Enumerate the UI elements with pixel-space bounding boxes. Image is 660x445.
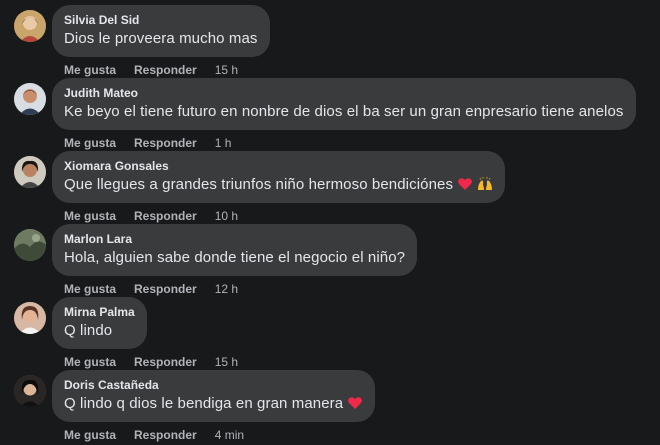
- comment-text-content: Que llegues a grandes triunfos niño herm…: [64, 176, 454, 193]
- comment-item: Judith Mateo Ke beyo el tiene futuro en …: [0, 78, 660, 151]
- comment-text-content: Q lindo q dios le bendiga en gran manera: [64, 395, 344, 412]
- comment-list: Silvia Del Sid Dios le proveera mucho ma…: [0, 0, 660, 445]
- comment-actions: Me gusta Responder 4 min: [64, 428, 244, 442]
- like-button[interactable]: Me gusta: [64, 209, 116, 223]
- reply-button[interactable]: Responder: [134, 136, 197, 150]
- reply-button[interactable]: Responder: [134, 282, 197, 296]
- reply-button[interactable]: Responder: [134, 355, 197, 369]
- comment-timestamp[interactable]: 4 min: [215, 428, 244, 442]
- comment-author[interactable]: Marlon Lara: [64, 231, 405, 247]
- avatar[interactable]: [14, 229, 46, 261]
- comment-actions: Me gusta Responder 15 h: [64, 355, 238, 369]
- red-heart-icon: [347, 395, 363, 411]
- comment-text: Dios le proveera mucho mas: [64, 30, 258, 47]
- comment-item: Doris Castañeda Q lindo q dios le bendig…: [0, 370, 660, 443]
- comment-bubble: Xiomara Gonsales Que llegues a grandes t…: [52, 151, 506, 203]
- comment-timestamp[interactable]: 10 h: [215, 209, 238, 223]
- comment-bubble: Silvia Del Sid Dios le proveera mucho ma…: [52, 5, 270, 57]
- comment-timestamp[interactable]: 12 h: [215, 282, 238, 296]
- comment-item: Silvia Del Sid Dios le proveera mucho ma…: [0, 5, 660, 78]
- comment-author[interactable]: Judith Mateo: [64, 85, 624, 101]
- avatar[interactable]: [14, 375, 46, 407]
- raising-hands-icon: [477, 176, 493, 192]
- red-heart-icon: [457, 176, 473, 192]
- comment-bubble: Judith Mateo Ke beyo el tiene futuro en …: [52, 78, 636, 130]
- like-button[interactable]: Me gusta: [64, 63, 116, 77]
- reply-button[interactable]: Responder: [134, 209, 197, 223]
- comment-text: Ke beyo el tiene futuro en nonbre de dio…: [64, 103, 624, 120]
- comment-bubble: Mirna Palma Q lindo: [52, 297, 147, 349]
- comment-item: Xiomara Gonsales Que llegues a grandes t…: [0, 151, 660, 224]
- comment-actions: Me gusta Responder 12 h: [64, 282, 238, 296]
- comment-actions: Me gusta Responder 10 h: [64, 209, 238, 223]
- comment-text: Hola, alguien sabe donde tiene el negoci…: [64, 249, 406, 266]
- comment-bubble: Doris Castañeda Q lindo q dios le bendig…: [52, 370, 376, 422]
- reply-button[interactable]: Responder: [134, 63, 197, 77]
- comment-timestamp[interactable]: 15 h: [215, 355, 238, 369]
- comment-actions: Me gusta Responder 1 h: [64, 136, 231, 150]
- comment-author[interactable]: Mirna Palma: [64, 304, 135, 320]
- comment-timestamp[interactable]: 1 h: [215, 136, 232, 150]
- like-button[interactable]: Me gusta: [64, 428, 116, 442]
- avatar[interactable]: [14, 302, 46, 334]
- avatar[interactable]: [14, 10, 46, 42]
- comment-actions: Me gusta Responder 15 h: [64, 63, 238, 77]
- comment-item: Marlon Lara Hola, alguien sabe donde tie…: [0, 224, 660, 297]
- reply-button[interactable]: Responder: [134, 428, 197, 442]
- comment-author[interactable]: Silvia Del Sid: [64, 12, 258, 28]
- comment-bubble: Marlon Lara Hola, alguien sabe donde tie…: [52, 224, 418, 276]
- avatar[interactable]: [14, 156, 46, 188]
- like-button[interactable]: Me gusta: [64, 282, 116, 296]
- comment-text: Q lindo: [64, 322, 113, 339]
- comment-author[interactable]: Xiomara Gonsales: [64, 158, 493, 174]
- comment-author[interactable]: Doris Castañeda: [64, 377, 363, 393]
- comment-text: Que llegues a grandes triunfos niño herm…: [64, 174, 493, 196]
- avatar[interactable]: [14, 83, 46, 115]
- comment-timestamp[interactable]: 15 h: [215, 63, 238, 77]
- comment-text: Q lindo q dios le bendiga en gran manera: [64, 393, 363, 415]
- like-button[interactable]: Me gusta: [64, 136, 116, 150]
- like-button[interactable]: Me gusta: [64, 355, 116, 369]
- comment-item: Mirna Palma Q lindo Me gusta Responder 15 …: [0, 297, 660, 370]
